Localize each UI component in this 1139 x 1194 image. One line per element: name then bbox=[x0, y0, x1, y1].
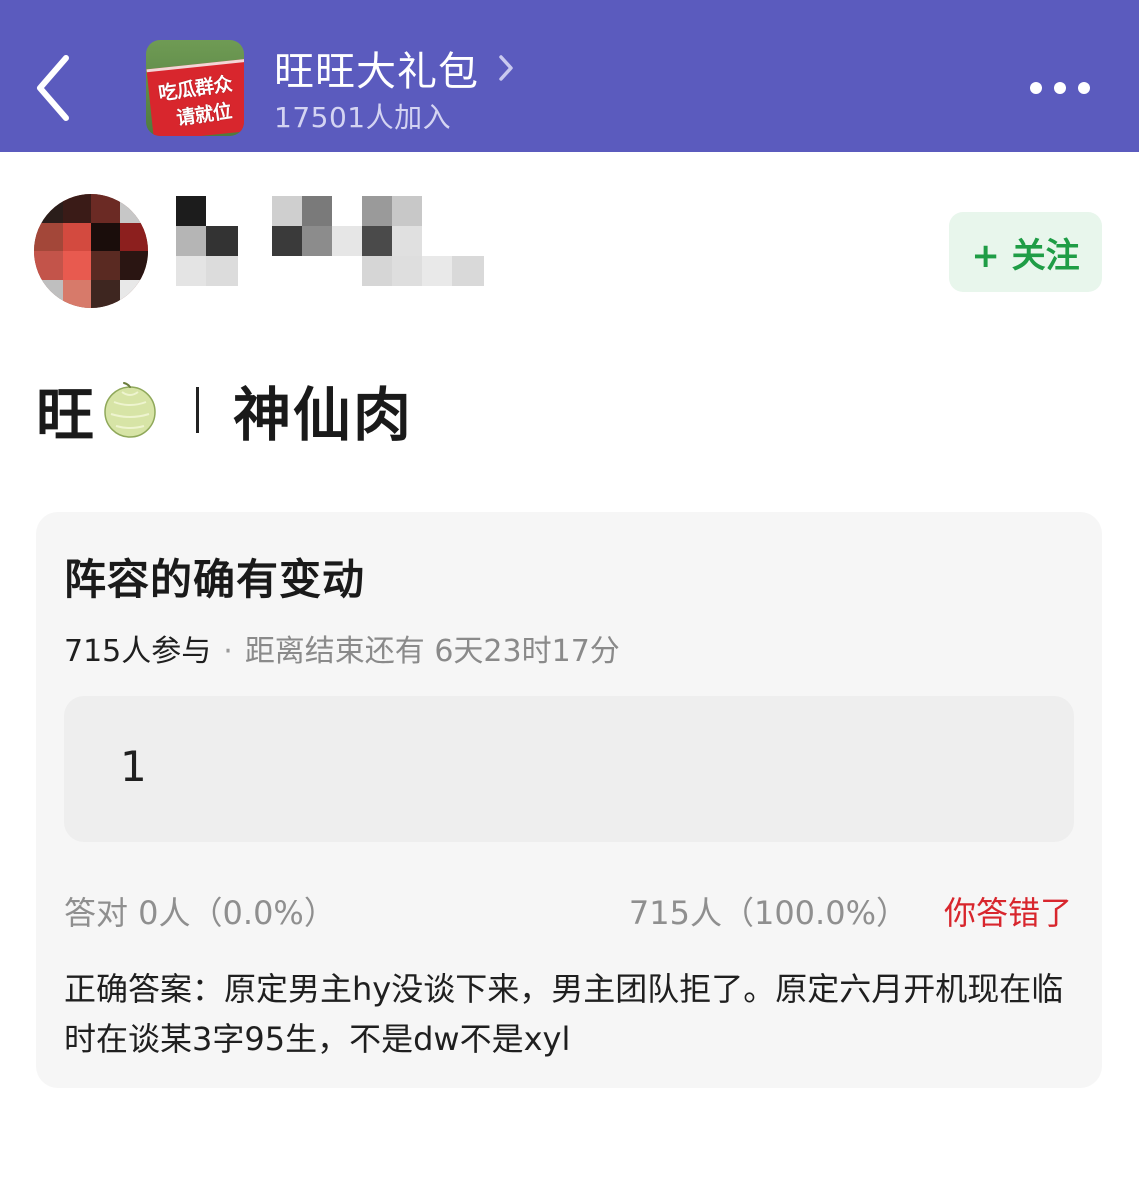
participant-count: 715人参与 bbox=[64, 634, 212, 669]
meta-separator: · bbox=[223, 634, 233, 669]
more-options-button[interactable] bbox=[1024, 70, 1096, 106]
quiz-deadline: 距离结束还有 6天23时17分 bbox=[244, 634, 620, 669]
follow-button[interactable]: + 关注 bbox=[949, 212, 1102, 292]
chevron-right-icon bbox=[499, 55, 513, 81]
member-count: 17501人加入 bbox=[274, 101, 452, 134]
correct-answer-text: 正确答案：原定男主hy没谈下来，男主团队拒了。原定六月开机现在临时在谈某3字95… bbox=[64, 970, 1064, 1058]
quiz-question: 阵容的确有变动 bbox=[64, 555, 366, 604]
author-avatar[interactable] bbox=[34, 194, 148, 308]
back-button[interactable] bbox=[22, 44, 86, 132]
more-dot-icon bbox=[1030, 82, 1042, 94]
author-name[interactable] bbox=[176, 196, 516, 290]
pixelated-avatar-icon bbox=[34, 194, 148, 308]
post-title-prefix: 旺 bbox=[36, 381, 95, 449]
post-title-main: 神仙肉 bbox=[233, 381, 414, 449]
more-dot-icon bbox=[1054, 82, 1066, 94]
group-header: 吃瓜群众 请就位 旺旺大礼包 17501人加入 bbox=[0, 0, 1139, 152]
melon-icon bbox=[102, 382, 158, 438]
correct-result: 答对 0人（0.0%） bbox=[64, 894, 336, 932]
answer-status: 你答错了 bbox=[943, 894, 1072, 932]
wrong-result: 715人（100.0%） bbox=[628, 894, 908, 932]
more-dot-icon bbox=[1078, 82, 1090, 94]
wrong-result-row: 715人（100.0%） 你答错了 bbox=[629, 888, 1072, 934]
quiz-meta: 715人参与 · 距离结束还有 6天23时17分 bbox=[64, 626, 620, 670]
title-divider bbox=[196, 387, 200, 433]
group-avatar[interactable]: 吃瓜群众 请就位 bbox=[146, 40, 244, 136]
quiz-option-text: 1 bbox=[120, 742, 147, 791]
group-name: 旺旺大礼包 bbox=[274, 49, 479, 95]
group-title-link[interactable]: 旺旺大礼包 bbox=[274, 40, 515, 96]
quiz-card: 阵容的确有变动 715人参与 · 距离结束还有 6天23时17分 1 答对 0人（0… bbox=[36, 512, 1102, 1088]
quiz-option[interactable]: 1 bbox=[64, 696, 1074, 842]
post-title: 旺 神仙肉 bbox=[36, 372, 413, 449]
chevron-left-icon bbox=[37, 55, 69, 121]
